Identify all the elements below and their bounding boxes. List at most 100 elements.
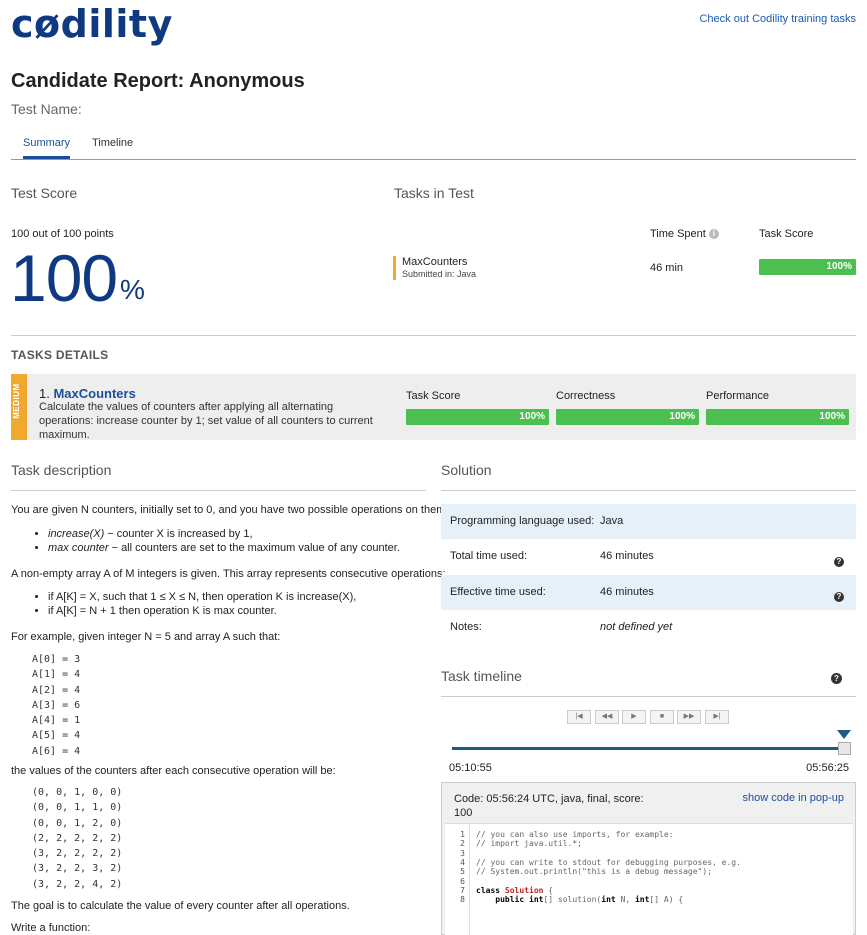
time-spent-value: 46 min [650,262,684,274]
code-header: Code: 05:56:24 UTC, java, final, score: … [454,792,644,820]
solution-row-notes: Notes: not defined yet [441,610,856,645]
desc-paragraph: You are given N counters, initially set … [11,504,449,516]
desc-paragraph: The goal is to calculate the value of ev… [11,900,350,912]
counters-example: (0, 0, 1, 0, 0) (0, 0, 1, 1, 0) (0, 0, 1… [32,785,122,892]
timeline-slider-track[interactable] [452,747,844,750]
time-spent-header: Time Spent i [650,228,719,240]
solution-heading: Solution [441,462,492,478]
row-label: Effective time used: [450,586,546,598]
row-value: not defined yet [600,621,673,633]
row-label: Notes: [450,621,482,633]
timeline-slider-handle[interactable] [838,742,851,755]
list-item: max counter − all counters are set to th… [48,541,400,555]
last-button[interactable]: ▶| [705,710,729,724]
task-timeline-heading: Task timeline [441,668,522,684]
code-line: 8 public int[] solution(int N, int[] A) … [460,895,684,905]
code-line: A[5] = 4 [32,730,81,742]
codility-logo[interactable]: cødility [11,2,173,46]
code-line: (0, 0, 1, 0, 0) [32,787,123,798]
tab-summary[interactable]: Summary [23,137,71,159]
tab-timeline[interactable]: Timeline [92,137,133,156]
score-points: 100 out of 100 points [11,228,114,240]
code-line: 1// you can also use imports, for exampl… [460,830,674,839]
metric-correctness-label: Correctness [556,390,616,402]
code-panel: Code: 05:56:24 UTC, java, final, score: … [441,782,856,935]
code-line: A[6] = 4 [32,745,81,757]
metric-performance-track: 100% [706,409,849,425]
detail-task-desc: Calculate the values of counters after a… [39,401,373,441]
divider [11,490,426,491]
list-item: if A[K] = N + 1 then operation K is max … [48,604,356,618]
test-score-heading: Test Score [11,185,78,201]
code-line: (3, 2, 2, 3, 2) [32,863,123,875]
tasks-in-test-heading: Tasks in Test [394,185,474,201]
detail-task-title: 1. MaxCounters [39,386,136,401]
array-example: A[0] = 3 A[1] = 4 A[2] = 4 A[3] = 6 A[4]… [32,652,80,759]
code-line: (2, 2, 2, 2, 2) [32,832,123,844]
divider [441,490,856,491]
row-value: 46 minutes [600,550,654,562]
desc-paragraph: For example, given integer N = 5 and arr… [11,631,281,643]
code-line: A[4] = 1 [32,715,81,727]
code-line: A[2] = 4 [32,684,81,696]
row-value: Java [600,515,624,527]
code-line: 4// you can write to stdout for debuggin… [460,857,741,867]
task-description-heading: Task description [11,462,112,478]
code-line: A[0] = 3 [32,654,81,665]
tab-bar: Summary Timeline [11,132,856,160]
list-item: increase(X) − counter X is increased by … [48,527,400,541]
code-viewer[interactable]: 1// you can also use imports, for exampl… [445,823,853,935]
rewind-button[interactable]: ◀◀ [595,710,619,724]
operations-list: increase(X) − counter X is increased by … [11,527,400,555]
difficulty-marker [393,256,396,280]
rules-list: if A[K] = X, such that 1 ≤ X ≤ N, then o… [11,590,356,618]
row-value: 46 minutes [600,586,654,598]
desc-paragraph: A non-empty array A of M integers is giv… [11,568,446,580]
code-header-info: Code: 05:56:24 UTC, java, final, score: [454,793,644,805]
difficulty-tag: MEDIUM [11,374,27,440]
metric-correctness-track: 100% [556,409,699,425]
task-score-bar-track: 100% [759,259,856,275]
training-tasks-link[interactable]: Check out Codility training tasks [699,13,856,25]
timeline-marker [837,730,851,739]
divider [441,696,856,697]
help-icon[interactable]: ? [834,592,844,602]
task-number: 1. [39,386,50,401]
forward-button[interactable]: ▶▶ [677,710,701,724]
show-code-popup-link[interactable]: show code in pop-up [742,792,844,804]
row-label: Total time used: [450,550,528,562]
code-header-score: 100 [454,807,473,819]
test-name-label: Test Name: [11,101,82,117]
solution-row-effective-time: Effective time used: 46 minutes ? [441,575,856,610]
metric-performance-label: Performance [706,390,769,402]
page-title: Candidate Report: Anonymous [11,70,305,92]
task-name-link[interactable]: MaxCounters [53,386,135,401]
code-line: (0, 0, 1, 2, 0) [32,817,123,829]
solution-row-total-time: Total time used: 46 minutes ? [441,539,856,574]
solution-row-language: Programming language used: Java [441,504,856,539]
code-line: 6 [460,876,465,886]
code-line: (3, 2, 2, 2, 2) [32,848,123,860]
task-name[interactable]: MaxCounters [402,256,467,268]
code-line: (0, 0, 1, 1, 0) [32,802,123,814]
info-icon[interactable]: i [708,229,719,239]
help-icon[interactable]: ? [834,557,844,567]
metric-performance-bar: 100% [706,409,849,425]
metric-task-score-track: 100% [406,409,549,425]
play-button[interactable]: ▶ [622,710,646,724]
difficulty-label: MEDIUM [12,383,21,419]
task-score-header: Task Score [759,228,814,240]
first-button[interactable]: |◀ [567,710,591,724]
metric-task-score-label: Task Score [406,390,461,402]
metric-correctness-bar: 100% [556,409,699,425]
row-label: Programming language used: [450,515,595,527]
code-line: (3, 2, 2, 4, 2) [32,878,123,890]
code-line: A[3] = 6 [32,699,81,711]
code-line: 5// System.out.println("this is a debug … [460,867,713,877]
stop-button[interactable]: ■ [650,710,674,724]
code-line: 2// import java.util.*; [460,839,582,849]
score-unit: % [120,274,145,305]
help-icon[interactable]: ? [831,673,842,684]
code-line: 3 [460,848,465,858]
divider [11,335,856,336]
